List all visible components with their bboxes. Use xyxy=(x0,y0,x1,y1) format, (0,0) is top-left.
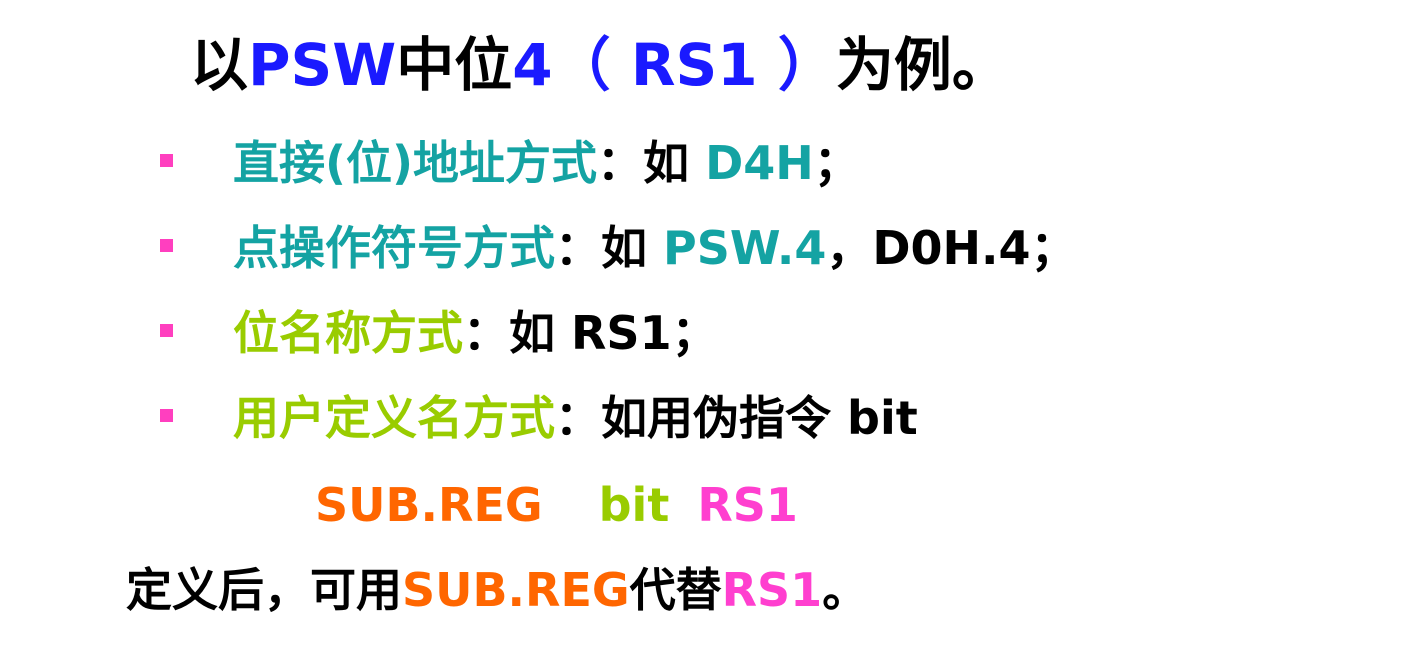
footer-end: 。 xyxy=(822,563,869,617)
title-suffix: 为例。 xyxy=(835,31,1010,99)
item-end: ； xyxy=(1030,221,1077,275)
item-separator: ：如 xyxy=(463,306,572,360)
footer-note: 定义后，可用SUB.REG代替RS1。 xyxy=(126,567,868,613)
list-item: 点操作符号方式：如 PSW.4，D0H.4； xyxy=(160,225,1077,271)
bullet-icon xyxy=(160,409,173,422)
title-middle: 中位 xyxy=(396,31,513,99)
item-separator: ：如 xyxy=(555,221,664,275)
list-item: 位名称方式：如 RS1； xyxy=(160,310,718,356)
item-separator: ：如用伪指令 bit xyxy=(555,391,918,445)
item-example: RS1 xyxy=(571,306,672,360)
title: 以PSW中位4（ RS1 ）为例。 xyxy=(190,36,1010,94)
title-psw: PSW xyxy=(248,31,397,99)
list-item: 直接(位)地址方式：如 D4H； xyxy=(160,140,860,186)
title-prefix: 以 xyxy=(190,31,249,99)
item-end: ； xyxy=(671,306,718,360)
title-bit-rs1: 4（ RS1 ） xyxy=(512,31,836,99)
item-label: 直接(位)地址方式 xyxy=(233,136,598,190)
bullet-icon xyxy=(160,324,173,337)
footer-target: RS1 xyxy=(721,563,823,617)
footer-prefix: 定义后，可用 xyxy=(126,563,402,617)
item-label: 点操作符号方式 xyxy=(233,221,555,275)
item-separator: ：如 xyxy=(597,136,706,190)
list-item: 用户定义名方式：如用伪指令 bit xyxy=(160,395,918,441)
item-label: 用户定义名方式 xyxy=(233,391,555,445)
code-keyword: bit xyxy=(598,478,670,532)
item-end: ； xyxy=(813,136,860,190)
bullet-icon xyxy=(160,239,173,252)
item-example: PSW.4 xyxy=(663,221,827,275)
code-target: RS1 xyxy=(697,478,798,532)
footer-name: SUB.REG xyxy=(402,563,630,617)
footer-middle: 代替 xyxy=(629,563,722,617)
code-example: SUB.REG bit RS1 xyxy=(315,482,798,528)
item-example: D4H xyxy=(705,136,814,190)
item-example-alt: ，D0H.4 xyxy=(826,221,1031,275)
code-name: SUB.REG xyxy=(315,478,543,532)
item-label: 位名称方式 xyxy=(233,306,463,360)
bullet-icon xyxy=(160,154,173,167)
